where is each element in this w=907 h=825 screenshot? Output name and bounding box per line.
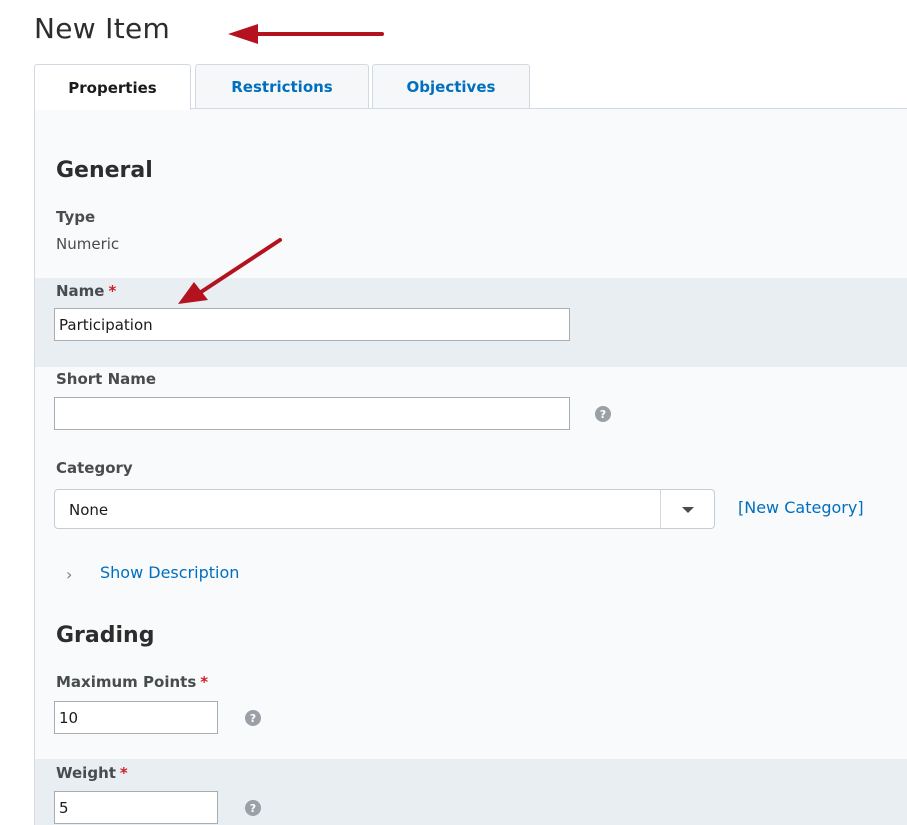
question-circle-icon[interactable]: ? bbox=[595, 406, 611, 422]
category-label: Category bbox=[56, 459, 133, 477]
type-label: Type bbox=[56, 208, 96, 226]
page: New Item Properties Restrictions Objecti… bbox=[0, 0, 907, 825]
tab-properties[interactable]: Properties bbox=[34, 64, 191, 110]
tab-restrictions[interactable]: Restrictions bbox=[195, 64, 369, 109]
new-category-link[interactable]: [New Category] bbox=[738, 498, 864, 517]
tab-objectives[interactable]: Objectives bbox=[372, 64, 530, 109]
name-label-text: Name bbox=[56, 282, 105, 300]
chevron-right-icon[interactable]: › bbox=[66, 565, 72, 584]
red-arrow-icon bbox=[228, 24, 384, 44]
short-name-label: Short Name bbox=[56, 370, 157, 388]
category-select[interactable]: None bbox=[54, 489, 715, 529]
weight-label-text: Weight bbox=[56, 764, 116, 782]
max-points-label-text: Maximum Points bbox=[56, 673, 197, 691]
name-input[interactable] bbox=[54, 308, 570, 341]
required-indicator: * bbox=[200, 673, 209, 691]
max-points-input[interactable] bbox=[54, 701, 218, 734]
chevron-down-icon bbox=[682, 507, 694, 513]
weight-input[interactable] bbox=[54, 791, 218, 824]
type-value: Numeric bbox=[56, 235, 120, 253]
question-circle-icon[interactable]: ? bbox=[245, 710, 261, 726]
weight-label: Weight * bbox=[56, 764, 128, 782]
category-select-value: None bbox=[69, 501, 109, 519]
general-heading: General bbox=[56, 158, 153, 183]
name-label: Name * bbox=[56, 282, 116, 300]
question-circle-icon[interactable]: ? bbox=[245, 800, 261, 816]
select-divider bbox=[660, 490, 661, 528]
grading-heading: Grading bbox=[56, 623, 155, 648]
max-points-label: Maximum Points * bbox=[56, 673, 208, 691]
required-indicator: * bbox=[119, 764, 128, 782]
short-name-input[interactable] bbox=[54, 397, 570, 430]
required-indicator: * bbox=[108, 282, 117, 300]
page-title: New Item bbox=[34, 12, 171, 45]
show-description-link[interactable]: Show Description bbox=[100, 563, 239, 582]
